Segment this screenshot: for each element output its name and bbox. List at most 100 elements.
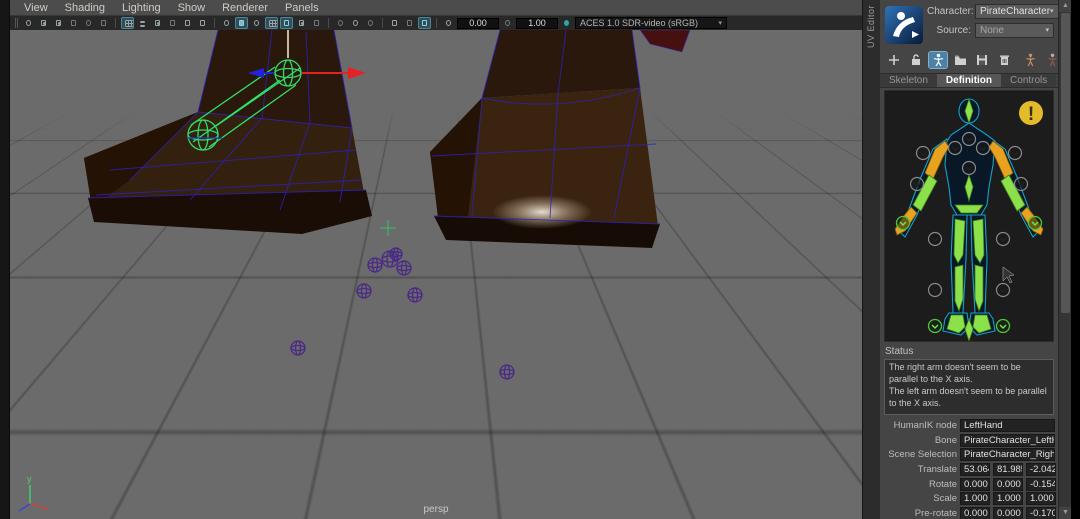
scale-z-field[interactable]: 1.000 <box>1026 492 1056 506</box>
motion-blur-icon[interactable] <box>349 17 362 29</box>
xray-icon[interactable] <box>403 17 416 29</box>
character-definition-viewer[interactable]: ! <box>884 90 1054 342</box>
resolution-gate-icon[interactable] <box>151 17 164 29</box>
right-boot-mesh[interactable] <box>430 30 691 248</box>
gamma-input[interactable] <box>516 17 558 29</box>
property-row: Rotate 0.000 0.000 -0.154 <box>929 477 1056 491</box>
rotate-z-field[interactable]: -0.154 <box>1026 477 1056 491</box>
tab-uv-editor[interactable]: UV Editor <box>866 5 876 48</box>
panel-menubar: View Shading Lighting Show Renderer Pane… <box>10 0 862 16</box>
gamma-icon[interactable] <box>501 17 514 29</box>
xray-joints-icon[interactable] <box>418 17 431 29</box>
humanik-header: Character: PirateCharacter ▾ Source: Non… <box>880 3 1058 47</box>
source-value: None <box>980 24 1004 36</box>
humanik-node-field[interactable]: LeftHand <box>960 419 1055 433</box>
humanik-logo <box>885 6 923 44</box>
mouse-cursor <box>1002 266 1015 284</box>
menu-lighting[interactable]: Lighting <box>122 2 161 14</box>
tab-controls[interactable]: Controls <box>1001 74 1056 87</box>
edit-definition-button[interactable] <box>928 51 948 69</box>
view-transform-value: ACES 1.0 SDR-video (sRGB) <box>580 18 699 28</box>
field-chart-icon[interactable] <box>181 17 194 29</box>
viewport-toolbar: ACES 1.0 SDR-video (sRGB) ▾ <box>10 16 862 30</box>
camera-name-label: persp <box>423 504 449 515</box>
camera-attributes-icon[interactable] <box>52 17 65 29</box>
joint-sphere <box>396 260 412 276</box>
select-camera-icon[interactable] <box>22 17 35 29</box>
lock-camera-icon[interactable] <box>37 17 50 29</box>
scene-selection-field[interactable]: PirateCharacter_RightFoot <box>960 448 1055 462</box>
source-select[interactable]: None ▾ <box>975 22 1054 38</box>
rotate-x-field[interactable]: 0.000 <box>960 477 990 491</box>
tab-skeleton[interactable]: Skeleton <box>880 74 937 87</box>
bookmark-icon[interactable] <box>67 17 80 29</box>
menu-shading[interactable]: Shading <box>65 2 105 14</box>
property-row: Bone PirateCharacter_LeftHand <box>880 433 1058 448</box>
exposure-icon[interactable] <box>442 17 455 29</box>
depth-of-field-icon[interactable] <box>364 17 377 29</box>
skeleton-generator-button[interactable] <box>1021 52 1039 68</box>
pre-rotate-x-field[interactable]: 0.000 <box>960 506 990 519</box>
exposure-input[interactable] <box>457 17 499 29</box>
menu-panels[interactable]: Panels <box>285 2 319 14</box>
save-skeleton-definition-button[interactable] <box>973 52 991 68</box>
warning-badge[interactable]: ! <box>1019 101 1043 125</box>
delete-character-button[interactable] <box>995 52 1013 68</box>
skeleton-joints[interactable] <box>290 247 515 380</box>
screen-space-ao-icon[interactable] <box>334 17 347 29</box>
menu-renderer[interactable]: Renderer <box>222 2 268 14</box>
shadows-icon[interactable] <box>310 17 323 29</box>
menu-show[interactable]: Show <box>178 2 206 14</box>
safe-action-icon[interactable] <box>196 17 209 29</box>
property-row: Scale 1.000 1.000 1.000 <box>880 492 1058 506</box>
scale-x-field[interactable]: 1.000 <box>960 492 990 506</box>
status-line: The left arm doesn't seem to be parallel… <box>889 385 1047 408</box>
perspective-viewport[interactable]: y persp <box>10 30 862 519</box>
wireframe-icon[interactable] <box>220 17 233 29</box>
film-gate-icon[interactable] <box>136 17 149 29</box>
image-plane-icon[interactable] <box>82 17 95 29</box>
mapped-slot-buttons[interactable] <box>895 215 1043 334</box>
property-row: Translate 53.064 81.985 -2.042 <box>917 463 1056 477</box>
default-material-icon[interactable] <box>280 17 293 29</box>
lock-definition-button[interactable] <box>907 52 925 68</box>
color-management-icon[interactable] <box>560 17 573 29</box>
translate-z-field[interactable]: -2.042 <box>1026 463 1056 477</box>
menu-view[interactable]: View <box>24 2 48 14</box>
left-boot-mesh[interactable] <box>84 30 372 234</box>
rotate-y-field[interactable]: 0.000 <box>993 477 1023 491</box>
chevron-down-icon: ▾ <box>1045 27 1049 34</box>
character-label: Character: <box>927 5 974 17</box>
joint-sphere <box>499 364 515 380</box>
character-select[interactable]: PirateCharacter ▾ <box>975 3 1058 19</box>
tab-definition[interactable]: Definition <box>936 74 1002 87</box>
panel-scrollbar[interactable]: ▲ ▼ <box>1058 0 1072 519</box>
scene-overlay: y <box>18 30 691 512</box>
translate-x-field[interactable]: 53.064 <box>960 463 990 477</box>
status-line: The right arm doesn't seem to be paralle… <box>889 362 1021 384</box>
status-title: Status <box>885 346 914 357</box>
humanik-toolbar <box>880 47 1058 71</box>
pre-rotate-z-field[interactable]: -0.170 <box>1026 506 1056 519</box>
axis-y-label: y <box>27 474 32 484</box>
translate-y-field[interactable]: 81.985 <box>993 463 1023 477</box>
window-right-edge <box>1071 0 1080 519</box>
wireframe-on-shaded-icon[interactable] <box>265 17 278 29</box>
grid-icon[interactable] <box>121 17 134 29</box>
textured-icon[interactable] <box>250 17 263 29</box>
warning-glyph: ! <box>1028 104 1034 125</box>
bone-field[interactable]: PirateCharacter_LeftHand <box>960 433 1055 447</box>
gate-mask-icon[interactable] <box>166 17 179 29</box>
lights-icon[interactable] <box>295 17 308 29</box>
2d-pan-zoom-icon[interactable] <box>97 17 110 29</box>
scrollbar-thumb[interactable] <box>1061 13 1070 313</box>
isolate-select-icon[interactable] <box>388 17 401 29</box>
view-transform-select[interactable]: ACES 1.0 SDR-video (sRGB) ▾ <box>575 17 727 29</box>
property-row: Pre-rotate 0.000 0.000 -0.170 <box>914 506 1056 519</box>
scale-y-field[interactable]: 1.000 <box>993 492 1023 506</box>
shaded-display-icon[interactable] <box>235 17 248 29</box>
load-skeleton-definition-button[interactable] <box>951 52 969 68</box>
pre-rotate-y-field[interactable]: 0.000 <box>993 506 1023 519</box>
control-rig-button[interactable] <box>1043 52 1058 68</box>
create-character-button[interactable] <box>885 52 903 68</box>
